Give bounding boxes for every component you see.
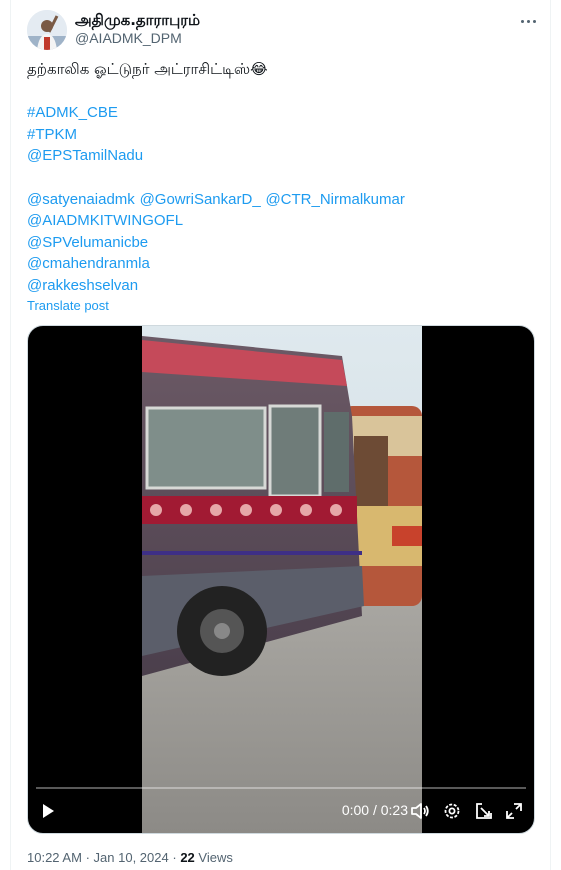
author-handle[interactable]: @AIADMK_DPM (75, 30, 182, 46)
translate-post-link[interactable]: Translate post (27, 298, 109, 313)
mention-link[interactable]: @AIADMKITWINGOFL (27, 212, 183, 229)
mention-link[interactable]: @rakkeshselvan (27, 277, 138, 294)
video-time-total: 0:23 (380, 802, 408, 818)
fullscreen-icon[interactable] (504, 801, 524, 821)
author-name[interactable]: அதிமுக.தாராபுரம் (75, 11, 200, 31)
settings-icon[interactable] (442, 801, 462, 821)
video-time-current: 0:00 (341, 802, 370, 818)
tweet-date[interactable]: Jan 10, 2024 (94, 850, 169, 865)
mention-link[interactable]: @EPSTamilNadu (27, 147, 143, 164)
tweet-text: தற்காலிக ஓட்டுநர் அட்ராசிட்டிஸ்😂 #ADMK_C… (27, 59, 537, 297)
tweet-meta: 10:22 AM · Jan 10, 2024 · 22 Views (27, 850, 233, 865)
hashtag-link[interactable]: #TPKM (27, 126, 77, 143)
tweet-card: அதிமுக.தாராபுரம் @AIADMK_DPM தற்காலிக ஓட… (10, 0, 551, 870)
more-options-icon[interactable] (517, 10, 539, 32)
hashtag-link[interactable]: #ADMK_CBE (27, 104, 118, 121)
video-time: 0:00 / 0:23 (342, 802, 408, 818)
mention-link[interactable]: @CTR_Nirmalkumar (265, 191, 404, 208)
views-label: Views (198, 850, 233, 865)
mention-link[interactable]: @GowriSankarD_ (140, 191, 261, 208)
views-count: 22 (180, 850, 195, 865)
video-frame (142, 326, 422, 833)
mention-link[interactable]: @SPVelumanicbe (27, 234, 148, 251)
video-player[interactable]: 0:00 / 0:23 (27, 325, 535, 834)
play-icon[interactable] (38, 801, 58, 821)
meta-separator: · (85, 850, 90, 865)
video-controls: 0:00 / 0:23 (28, 789, 534, 833)
tweet-time[interactable]: 10:22 AM (27, 850, 82, 865)
pop-out-icon[interactable] (474, 801, 494, 821)
volume-icon[interactable] (410, 801, 430, 821)
mention-link[interactable]: @cmahendranmla (27, 255, 150, 272)
video-time-separator: / (369, 802, 381, 818)
tweet-body-line: தற்காலிக ஓட்டுநர் அட்ராசிட்டிஸ்😂 (27, 60, 268, 78)
meta-separator: · (172, 850, 177, 865)
avatar[interactable] (27, 10, 67, 50)
mention-link[interactable]: @satyenaiadmk (27, 191, 135, 208)
